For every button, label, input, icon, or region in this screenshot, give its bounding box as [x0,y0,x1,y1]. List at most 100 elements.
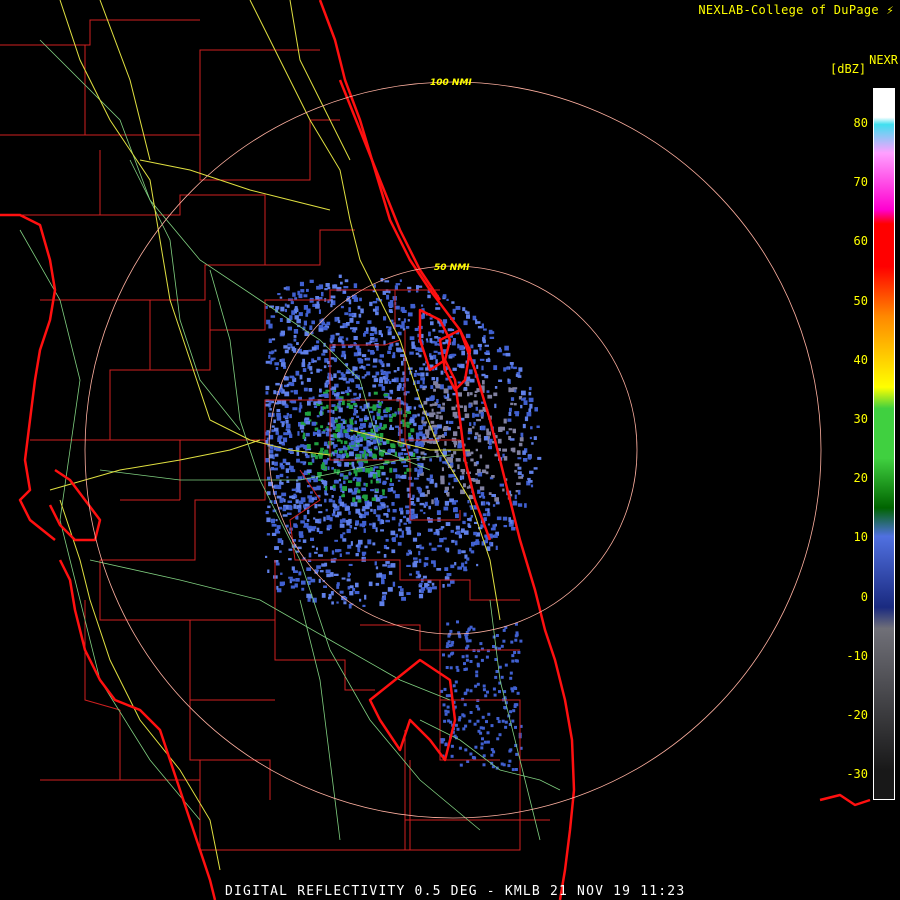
echo-pixel [288,558,292,561]
echo-pixel [391,335,396,339]
echo-pixel [440,689,444,693]
echo-pixel [338,402,341,405]
echo-pixel [401,360,404,366]
echo-pixel [297,507,301,513]
echo-pixel [336,453,341,458]
echo-pixel [333,373,337,378]
echo-pixel [290,382,295,387]
echo-pixel [295,578,300,582]
echo-pixel [308,362,311,366]
echo-pixel [352,477,355,481]
echo-pixel [474,684,478,688]
echo-pixel [356,477,362,482]
echo-pixel [303,525,308,528]
echo-pixel [311,421,317,426]
echo-pixel [494,675,498,679]
echo-pixel [305,313,309,317]
echo-pixel [487,712,491,716]
echo-pixel [372,454,377,459]
echo-pixel [479,347,482,351]
echo-pixel [452,308,456,314]
echo-pixel [279,318,283,322]
echo-pixel [379,451,384,456]
echo-pixel [447,393,450,399]
echo-pixel [463,407,467,412]
echo-pixel [481,726,485,730]
echo-pixel [505,352,511,357]
echo-pixel [440,406,445,410]
echo-pixel [391,378,396,382]
echo-pixel [326,321,331,326]
echo-pixel [268,412,272,417]
echo-pixel [349,317,354,323]
echo-pixel [398,528,402,532]
echo-pixel [504,720,508,724]
echo-pixel [517,650,521,654]
echo-pixel [286,383,290,387]
echo-pixel [318,327,324,332]
echo-pixel [528,455,532,460]
echo-pixel [455,525,460,530]
echo-pixel [454,540,458,546]
echo-pixel [431,547,437,551]
echo-pixel [407,319,410,322]
echo-pixel [416,497,420,502]
echo-pixel [399,535,404,538]
echo-pixel [348,307,351,313]
echo-pixel [523,400,528,405]
echo-pixel [428,505,431,510]
echo-pixel [517,489,521,495]
echo-pixel [529,470,534,474]
echo-pixel [311,497,315,501]
echo-pixel [333,573,339,576]
echo-pixel [363,449,366,455]
echo-pixel [339,336,344,339]
echo-pixel [350,327,354,330]
echo-pixel [280,465,285,470]
echo-pixel [422,385,427,389]
echo-pixel [405,505,410,509]
echo-pixel [353,527,357,530]
echo-pixel [359,366,365,369]
echo-pixel [332,426,337,429]
echo-pixel [500,675,504,679]
color-scale-bar [873,88,895,800]
echo-pixel [386,363,391,367]
echo-pixel [346,405,349,409]
echo-pixel [405,509,410,515]
echo-pixel [291,310,295,315]
echo-pixel [346,393,350,396]
echo-pixel [352,366,356,371]
echo-pixel [302,539,307,543]
echo-pixel [339,325,345,329]
echo-pixel [408,510,414,514]
echo-pixel [375,566,379,570]
echo-pixel [460,469,466,472]
echo-pixel [466,486,469,489]
color-scale-tick: 30 [853,412,868,426]
echo-pixel [393,370,397,373]
echo-pixel [508,428,513,431]
echo-pixel [476,468,481,474]
echo-pixel [300,289,305,293]
echo-pixel [480,746,484,750]
echo-pixel [369,448,373,452]
echo-pixel [310,491,313,494]
echo-pixel [373,510,377,514]
echo-pixel [435,529,439,533]
echo-pixel [269,408,272,411]
echo-pixel [395,283,401,286]
echo-pixel [372,415,375,421]
echo-pixel [508,411,512,416]
echo-pixel [403,452,409,456]
echo-pixel [527,477,531,481]
echo-pixel [306,469,312,473]
echo-pixel [353,283,358,289]
echo-pixel [407,312,413,317]
echo-pixel [323,585,327,588]
echo-pixel [299,534,304,538]
echo-pixel [427,294,431,299]
echo-pixel [511,719,515,723]
echo-pixel [503,456,508,461]
product-caption: DIGITAL REFLECTIVITY 0.5 DEG - KMLB 21 N… [225,884,686,899]
